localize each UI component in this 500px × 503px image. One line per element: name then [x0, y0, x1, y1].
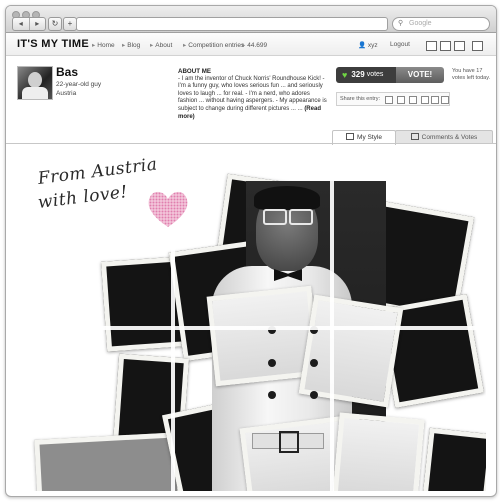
avatar-face — [28, 72, 42, 88]
user-icon: 👤 — [358, 42, 367, 49]
expand-icon[interactable] — [472, 41, 483, 51]
profile-country: Austria — [56, 89, 77, 97]
twitter-icon[interactable] — [397, 96, 405, 104]
profile-details: 22-year-old guy Austria — [56, 81, 101, 98]
nav-home[interactable]: ▸ Home — [92, 41, 115, 49]
back-icon[interactable]: ◂ — [13, 18, 29, 30]
comment-icon[interactable] — [454, 41, 465, 51]
back-forward-buttons[interactable]: ◂ ▸ — [12, 17, 46, 31]
photo-tile — [422, 427, 486, 491]
share-label: Share this entry: — [340, 96, 381, 102]
profile-age: 22-year-old guy — [56, 81, 102, 88]
photo-tile — [34, 432, 183, 491]
photo-tile — [332, 412, 425, 491]
site-logo[interactable]: IT'S MY TIME — [17, 38, 89, 50]
nav-entry-count: ▸ 44.699 — [242, 42, 268, 49]
address-bar[interactable] — [76, 17, 388, 31]
coat-button — [268, 359, 276, 367]
facebook-icon[interactable] — [385, 96, 393, 104]
grid-divider — [16, 326, 486, 330]
nav-blog[interactable]: ▸ Blog — [122, 41, 140, 49]
comment-icon — [410, 133, 419, 140]
share-bar: Share this entry: — [336, 92, 450, 106]
reload-icon[interactable]: ↻ — [48, 17, 62, 31]
plus-icon[interactable]: + — [63, 17, 77, 31]
nav-competition-entries[interactable]: ▸ Competition entries — [183, 41, 244, 49]
tab-comments-votes[interactable]: Comments & Votes — [395, 130, 493, 144]
coat-button — [268, 391, 276, 399]
person-hair — [254, 186, 320, 210]
triangle-icon: ▸ — [122, 42, 126, 49]
user-menu[interactable]: 👤 xyz — [358, 41, 378, 49]
myspace-icon[interactable] — [409, 96, 417, 104]
search-field[interactable]: ⚲ Google — [392, 17, 490, 31]
coat-button — [310, 391, 318, 399]
vote-unit: votes — [366, 71, 384, 78]
profile-name: Bas — [56, 65, 79, 79]
vote-counter: ♥ 329 votes — [336, 67, 396, 83]
image-icon[interactable] — [440, 41, 451, 51]
about-me: ABOUT ME - I am the inventor of Chuck No… — [178, 68, 330, 121]
heart-icon — [148, 191, 188, 227]
votes-left-note: You have 17 votes left today. — [452, 68, 491, 81]
profile-avatar[interactable] — [17, 66, 53, 100]
digg-icon[interactable] — [421, 96, 429, 104]
vote-count: 329 — [351, 70, 365, 79]
vote-button[interactable]: VOTE! — [396, 67, 444, 83]
forward-icon[interactable]: ▸ — [28, 18, 46, 30]
email-icon[interactable] — [441, 96, 449, 104]
vote-box: ♥ 329 votes VOTE! — [336, 67, 444, 83]
grid-view-icon[interactable] — [426, 41, 437, 51]
tabs-divider — [6, 143, 496, 144]
avatar-shirt — [22, 87, 48, 99]
caption-line-1: From Austria — [36, 154, 159, 189]
style-collage: From Austria with love! — [16, 151, 486, 491]
search-placeholder: Google — [409, 20, 432, 27]
delicious-icon[interactable] — [431, 96, 439, 104]
belt-buckle — [279, 431, 299, 453]
grid-divider — [330, 151, 334, 491]
logout-link[interactable]: Logout — [390, 41, 410, 48]
coat-button — [310, 359, 318, 367]
nav-about[interactable]: ▸ About — [150, 41, 172, 49]
grid-icon — [346, 133, 355, 140]
triangle-icon: ▸ — [92, 42, 96, 49]
browser-window: ◂ ▸ ↻ + ⚲ Google IT'S MY TIME ▸ Home ▸ Blo… — [5, 5, 497, 497]
heart-icon: ♥ — [342, 70, 348, 80]
triangle-icon: ▸ — [242, 42, 246, 49]
sunglasses — [261, 209, 313, 225]
search-icon: ⚲ — [398, 20, 404, 27]
site-header: IT'S MY TIME ▸ Home ▸ Blog ▸ About ▸ Competi… — [6, 33, 496, 56]
browser-toolbar: ◂ ▸ ↻ + ⚲ Google — [6, 6, 496, 33]
triangle-icon: ▸ — [183, 42, 187, 49]
about-heading: ABOUT ME — [178, 68, 211, 75]
triangle-icon: ▸ — [150, 42, 154, 49]
